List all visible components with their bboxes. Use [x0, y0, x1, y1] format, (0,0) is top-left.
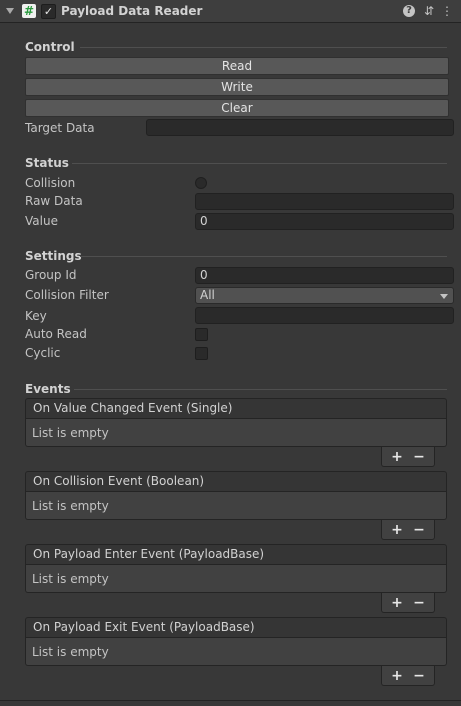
collision-filter-dropdown[interactable]: All — [195, 287, 454, 304]
key-label: Key — [25, 309, 47, 323]
component-bottom-divider — [0, 700, 461, 701]
group-id-label: Group Id — [25, 268, 77, 282]
component-enabled-checkbox[interactable]: ✓ — [41, 4, 56, 19]
foldout-arrow-icon[interactable] — [6, 8, 14, 14]
add-listener-button[interactable]: + — [387, 594, 407, 612]
section-heading-events: Events — [25, 382, 71, 396]
section-heading-settings: Settings — [25, 249, 82, 263]
auto-read-label: Auto Read — [25, 327, 87, 341]
remove-listener-button[interactable]: − — [409, 594, 429, 612]
section-divider — [72, 163, 447, 164]
value-field[interactable]: 0 — [195, 213, 454, 230]
more-options-icon[interactable]: ⋮ — [440, 4, 454, 18]
event-list-header: On Collision Event (Boolean) — [25, 471, 447, 492]
remove-listener-button[interactable]: − — [409, 521, 429, 539]
event-list-header: On Payload Enter Event (PayloadBase) — [25, 544, 447, 565]
event-list-value-changed: On Value Changed Event (Single) List is … — [25, 398, 447, 447]
presets-icon[interactable]: ⇵ — [422, 4, 436, 18]
script-icon: # — [22, 4, 36, 18]
event-list-empty-text: List is empty — [25, 492, 447, 520]
section-divider — [80, 256, 447, 257]
component-header: # ✓ Payload Data Reader ? ⇵ ⋮ — [0, 0, 461, 23]
event-list-footer: + − — [381, 447, 435, 467]
clear-button[interactable]: Clear — [25, 99, 449, 117]
event-list-collision: On Collision Event (Boolean) List is emp… — [25, 471, 447, 520]
group-id-field[interactable]: 0 — [195, 267, 454, 284]
section-heading-status: Status — [25, 156, 69, 170]
event-list-payload-exit: On Payload Exit Event (PayloadBase) List… — [25, 617, 447, 666]
write-button[interactable]: Write — [25, 78, 449, 96]
collision-filter-value: All — [200, 288, 215, 302]
event-list-payload-enter: On Payload Enter Event (PayloadBase) Lis… — [25, 544, 447, 593]
collision-indicator — [195, 177, 207, 189]
help-icon[interactable]: ? — [403, 5, 415, 17]
event-list-footer: + − — [381, 666, 435, 686]
target-data-label: Target Data — [25, 121, 95, 135]
component-title: Payload Data Reader — [61, 4, 203, 18]
target-data-field[interactable] — [146, 119, 454, 136]
raw-data-label: Raw Data — [25, 194, 83, 208]
script-icon-glyph: # — [23, 4, 35, 18]
event-list-empty-text: List is empty — [25, 638, 447, 666]
event-list-empty-text: List is empty — [25, 565, 447, 593]
event-list-header: On Payload Exit Event (PayloadBase) — [25, 617, 447, 638]
auto-read-checkbox[interactable] — [195, 328, 208, 341]
key-field[interactable] — [195, 307, 454, 324]
read-button[interactable]: Read — [25, 57, 449, 75]
event-list-header: On Value Changed Event (Single) — [25, 398, 447, 419]
add-listener-button[interactable]: + — [387, 667, 407, 685]
section-divider — [74, 389, 447, 390]
chevron-down-icon — [440, 294, 448, 299]
value-label: Value — [25, 214, 58, 228]
cyclic-label: Cyclic — [25, 346, 61, 360]
section-divider — [80, 47, 447, 48]
event-list-footer: + − — [381, 520, 435, 540]
event-list-empty-text: List is empty — [25, 419, 447, 447]
remove-listener-button[interactable]: − — [409, 667, 429, 685]
collision-label: Collision — [25, 176, 76, 190]
collision-filter-label: Collision Filter — [25, 288, 109, 302]
section-heading-control: Control — [25, 40, 75, 54]
add-listener-button[interactable]: + — [387, 521, 407, 539]
remove-listener-button[interactable]: − — [409, 448, 429, 466]
event-list-footer: + − — [381, 593, 435, 613]
cyclic-checkbox[interactable] — [195, 347, 208, 360]
raw-data-field[interactable] — [195, 193, 454, 210]
add-listener-button[interactable]: + — [387, 448, 407, 466]
